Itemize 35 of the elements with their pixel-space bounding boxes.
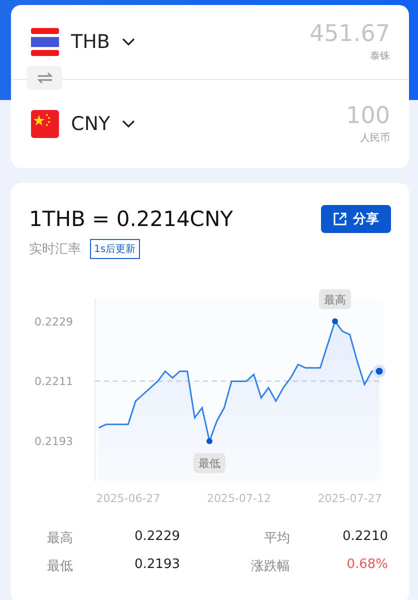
currency-name: 泰铢 bbox=[370, 50, 390, 63]
caret-icon[interactable] bbox=[122, 38, 135, 46]
exchange-rate-title: 1THB = 0.2214CNY bbox=[29, 207, 234, 231]
rate-subtitle: 实时汇率 bbox=[29, 241, 81, 258]
x-axis-label: 2025-06-27 bbox=[96, 492, 160, 505]
stat-value: 0.68% bbox=[346, 557, 388, 574]
marker-label: 最高 bbox=[324, 293, 346, 306]
currency-code[interactable]: CNY bbox=[71, 113, 110, 135]
caret-icon[interactable] bbox=[122, 120, 136, 128]
flag-icon bbox=[31, 110, 59, 138]
x-axis-label: 2025-07-12 bbox=[207, 492, 271, 505]
swap-icon bbox=[36, 72, 52, 84]
marker-dot bbox=[206, 438, 212, 444]
stat-label: 平均 bbox=[263, 530, 290, 547]
y-axis-label: 0.2229 bbox=[34, 315, 73, 328]
currency-code[interactable]: THB bbox=[71, 31, 110, 53]
stat-label: 最低 bbox=[47, 558, 74, 575]
y-axis-label: 0.2193 bbox=[34, 435, 73, 448]
stat-label: 涨跌幅 bbox=[250, 558, 290, 575]
marker-label: 最低 bbox=[198, 457, 220, 470]
currency-name: 人民币 bbox=[360, 132, 390, 145]
marker-tag bbox=[319, 289, 351, 310]
current-point-dot bbox=[372, 364, 386, 378]
stat-value: 0.2229 bbox=[134, 529, 180, 546]
share-icon bbox=[333, 212, 347, 226]
flag-icon bbox=[31, 28, 59, 56]
share-button[interactable]: 分享 bbox=[321, 205, 391, 233]
stat-value: 0.2210 bbox=[342, 529, 388, 546]
x-axis-label: 2025-07-27 bbox=[318, 492, 382, 505]
stat-label: 最高 bbox=[47, 530, 74, 547]
stat-value: 0.2193 bbox=[134, 557, 180, 574]
update-badge: 1s后更新 bbox=[90, 239, 140, 259]
marker-dot bbox=[332, 318, 338, 324]
y-axis-label: 0.2211 bbox=[34, 375, 73, 388]
swap-button[interactable] bbox=[27, 66, 62, 90]
